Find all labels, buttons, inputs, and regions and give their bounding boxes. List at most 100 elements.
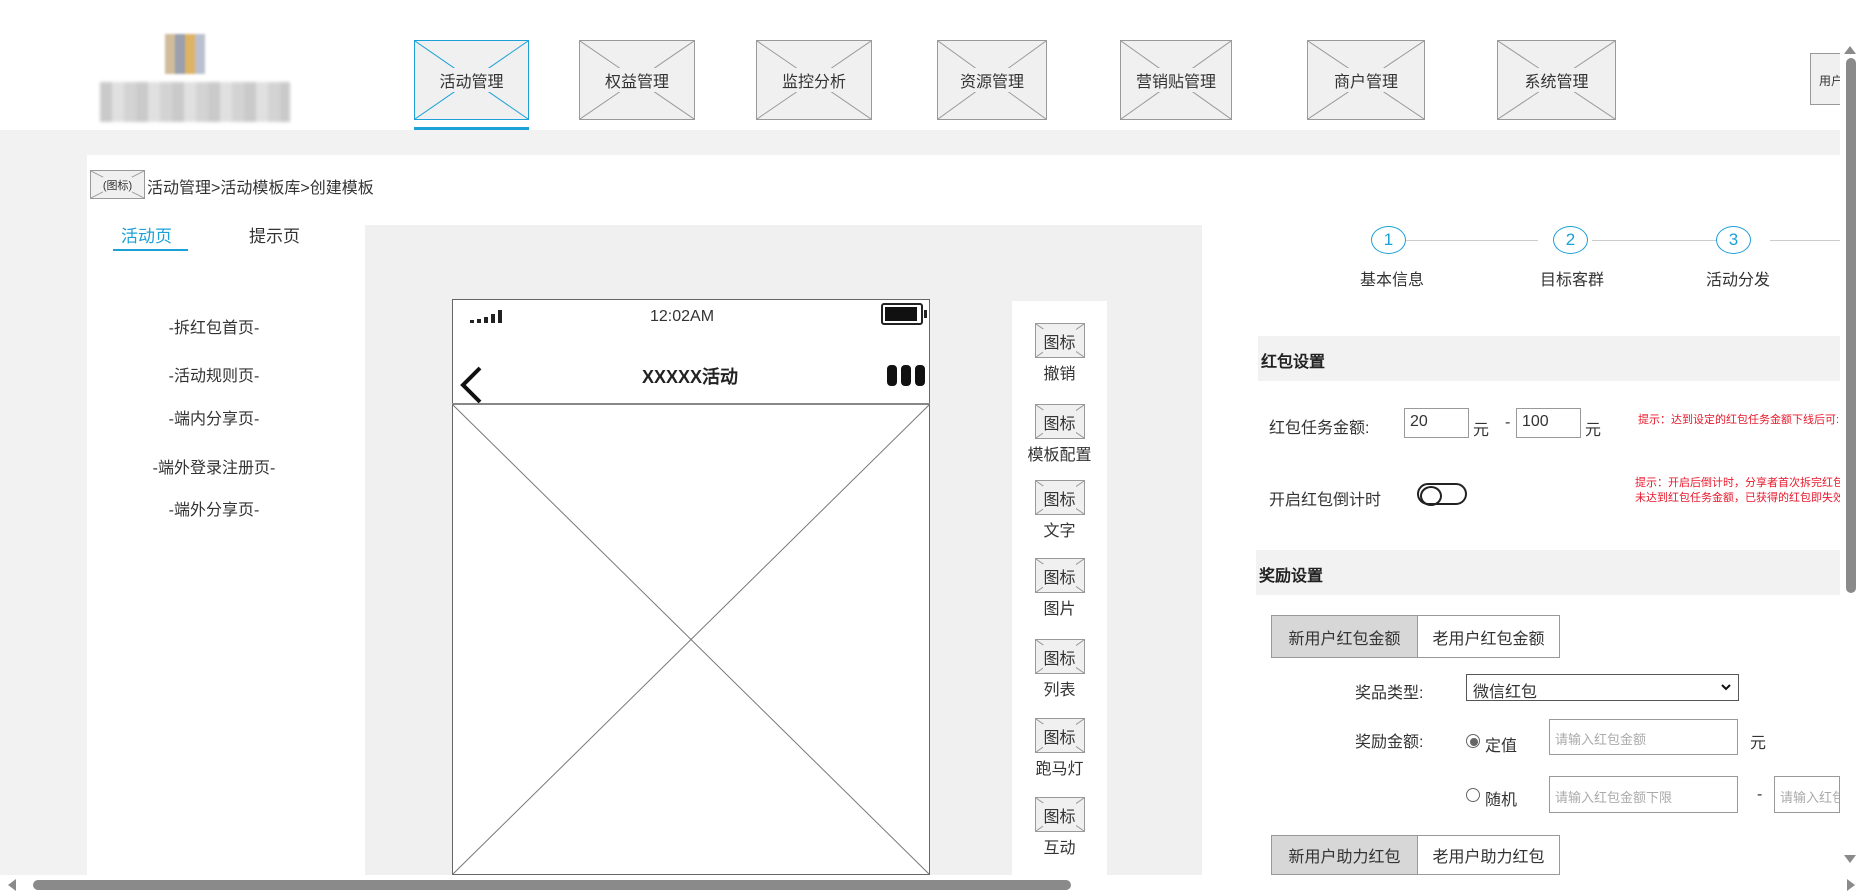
nav-item-activity[interactable]: 活动管理	[414, 40, 529, 120]
prize-type-value: 微信红包	[1473, 684, 1538, 701]
tool-label: 互动	[1043, 840, 1076, 857]
fixed-radio[interactable]	[1466, 734, 1480, 748]
interaction-icon: 图标	[1043, 802, 1076, 827]
reward-section-header: 奖励设置	[1256, 550, 1840, 595]
nav-item-marketing-sticker[interactable]: 营销贴管理	[1120, 40, 1232, 120]
scroll-down-icon[interactable]	[1844, 855, 1856, 863]
chevron-down-icon	[1721, 684, 1731, 691]
step-connector	[1592, 240, 1716, 241]
nav-item-rights[interactable]: 权益管理	[579, 40, 695, 120]
task-amount-hint: 提示：达到设定的红包任务金额下线后可:	[1638, 414, 1840, 426]
step-3-label: 活动分发	[1706, 272, 1771, 289]
page-link-rules[interactable]: -活动规则页-	[104, 362, 324, 386]
template-config-icon: 图标	[1043, 409, 1076, 434]
step-connector	[1770, 240, 1840, 241]
scroll-left-icon[interactable]	[8, 879, 16, 891]
nav-item-monitor[interactable]: 监控分析	[756, 40, 872, 120]
countdown-toggle[interactable]	[1417, 483, 1467, 506]
unit-label: 元	[1473, 422, 1490, 439]
undo-icon: 图标	[1043, 328, 1076, 353]
countdown-hint-line-2: 未达到红包任务金额，已获得的红包即失效	[1635, 492, 1844, 504]
tool-label: 跑马灯	[1035, 761, 1084, 778]
tool-list[interactable]: 图标 列表	[1025, 639, 1094, 700]
scroll-up-icon[interactable]	[1844, 46, 1856, 54]
marquee-icon: 图标	[1043, 723, 1076, 748]
random-label: 随机	[1485, 792, 1518, 809]
nav-active-indicator	[414, 127, 529, 130]
unit-label: 元	[1750, 735, 1767, 752]
redpacket-section-header: 红包设置	[1258, 336, 1840, 381]
range-dash: -	[1505, 414, 1511, 431]
nav-item-label: 资源管理	[956, 68, 1027, 92]
random-radio[interactable]	[1466, 788, 1480, 802]
reward-amount-label: 奖励金额:	[1355, 734, 1424, 751]
nav-item-label: 商户管理	[1330, 68, 1401, 92]
tool-label: 文字	[1043, 523, 1076, 540]
page-link-in-app-share[interactable]: -端内分享页-	[104, 405, 324, 429]
tool-image[interactable]: 图标 图片	[1025, 558, 1094, 619]
unit-label: 元	[1585, 422, 1602, 439]
logo-wordmark	[100, 82, 290, 122]
nav-item-label: 系统管理	[1521, 68, 1592, 92]
tab-new-user-amount[interactable]: 新用户红包金额	[1271, 615, 1418, 658]
tab-new-user-assist[interactable]: 新用户助力红包	[1271, 835, 1418, 875]
tool-interaction[interactable]: 图标 互动	[1025, 797, 1094, 858]
fixed-amount-input[interactable]: 请输入红包金额	[1549, 719, 1738, 755]
nav-item-label: 监控分析	[778, 68, 849, 92]
image-icon: 图标	[1043, 563, 1076, 588]
tab-activity-page[interactable]: 活动页	[121, 222, 172, 247]
nav-item-resource[interactable]: 资源管理	[937, 40, 1047, 120]
tool-label: 图片	[1043, 601, 1076, 618]
back-arrow-icon[interactable]	[458, 365, 484, 405]
tool-label: 列表	[1043, 682, 1076, 699]
random-max-input[interactable]: 请输入红包	[1774, 776, 1840, 813]
tab-tip-page[interactable]: 提示页	[249, 222, 300, 247]
fixed-label: 定值	[1485, 738, 1518, 755]
countdown-hint-line-1: 提示：开启后倒计时，分享者首次拆完红包	[1635, 477, 1844, 489]
breadcrumb-icon: (图标)	[90, 170, 145, 199]
breadcrumb-icon-label: (图标)	[102, 176, 133, 193]
tab-active-indicator	[113, 249, 188, 251]
prize-type-select[interactable]: 微信红包	[1466, 674, 1739, 701]
tool-marquee[interactable]: 图标 跑马灯	[1025, 718, 1094, 779]
prize-type-label: 奖品类型:	[1355, 685, 1424, 702]
task-amount-label: 红包任务金额:	[1269, 420, 1370, 437]
random-min-input[interactable]: 请输入红包金额下限	[1549, 776, 1738, 813]
phone-clock: 12:02AM	[650, 308, 715, 325]
scroll-right-icon[interactable]	[1847, 879, 1855, 891]
step-1-indicator[interactable]: 1	[1371, 226, 1406, 254]
nav-item-merchant[interactable]: 商户管理	[1307, 40, 1425, 120]
step-2-label: 目标客群	[1540, 272, 1605, 289]
task-amount-min-input[interactable]: 20	[1404, 408, 1469, 438]
nav-item-label: 营销贴管理	[1132, 68, 1219, 92]
step-connector	[1406, 240, 1538, 241]
tool-text[interactable]: 图标 文字	[1025, 480, 1094, 541]
vertical-scrollbar[interactable]	[1840, 52, 1860, 875]
text-icon: 图标	[1043, 485, 1076, 510]
image-placeholder	[452, 404, 930, 875]
page-link-external-login[interactable]: -端外登录注册页-	[104, 454, 324, 478]
countdown-label: 开启红包倒计时	[1269, 492, 1382, 509]
page-link-external-share[interactable]: -端外分享页-	[104, 496, 324, 520]
tool-undo[interactable]: 图标 撤销	[1025, 323, 1094, 384]
nav-item-label: 权益管理	[601, 68, 672, 92]
list-icon: 图标	[1043, 644, 1076, 669]
horizontal-scrollbar[interactable]	[0, 875, 1860, 895]
task-amount-max-input[interactable]: 100	[1516, 408, 1581, 438]
range-dash: -	[1757, 786, 1763, 803]
breadcrumb[interactable]: 活动管理>活动模板库>创建模板	[147, 174, 374, 198]
phone-title: XXXXX活动	[641, 367, 739, 387]
tool-label: 撤销	[1043, 366, 1076, 383]
step-2-indicator[interactable]: 2	[1553, 226, 1588, 254]
step-3-indicator[interactable]: 3	[1716, 226, 1751, 254]
tab-old-user-assist[interactable]: 老用户助力红包	[1417, 835, 1560, 875]
page-link-open-redpacket[interactable]: -拆红包首页-	[104, 314, 324, 338]
step-1-label: 基本信息	[1360, 272, 1425, 289]
more-options-icon[interactable]	[887, 365, 927, 387]
nav-item-label: 活动管理	[436, 68, 507, 92]
tool-template-config[interactable]: 图标 模板配置	[1025, 404, 1094, 465]
nav-item-system[interactable]: 系统管理	[1497, 40, 1616, 120]
battery-icon	[881, 303, 927, 325]
signal-icon	[470, 310, 502, 323]
tab-old-user-amount[interactable]: 老用户红包金额	[1417, 615, 1560, 658]
